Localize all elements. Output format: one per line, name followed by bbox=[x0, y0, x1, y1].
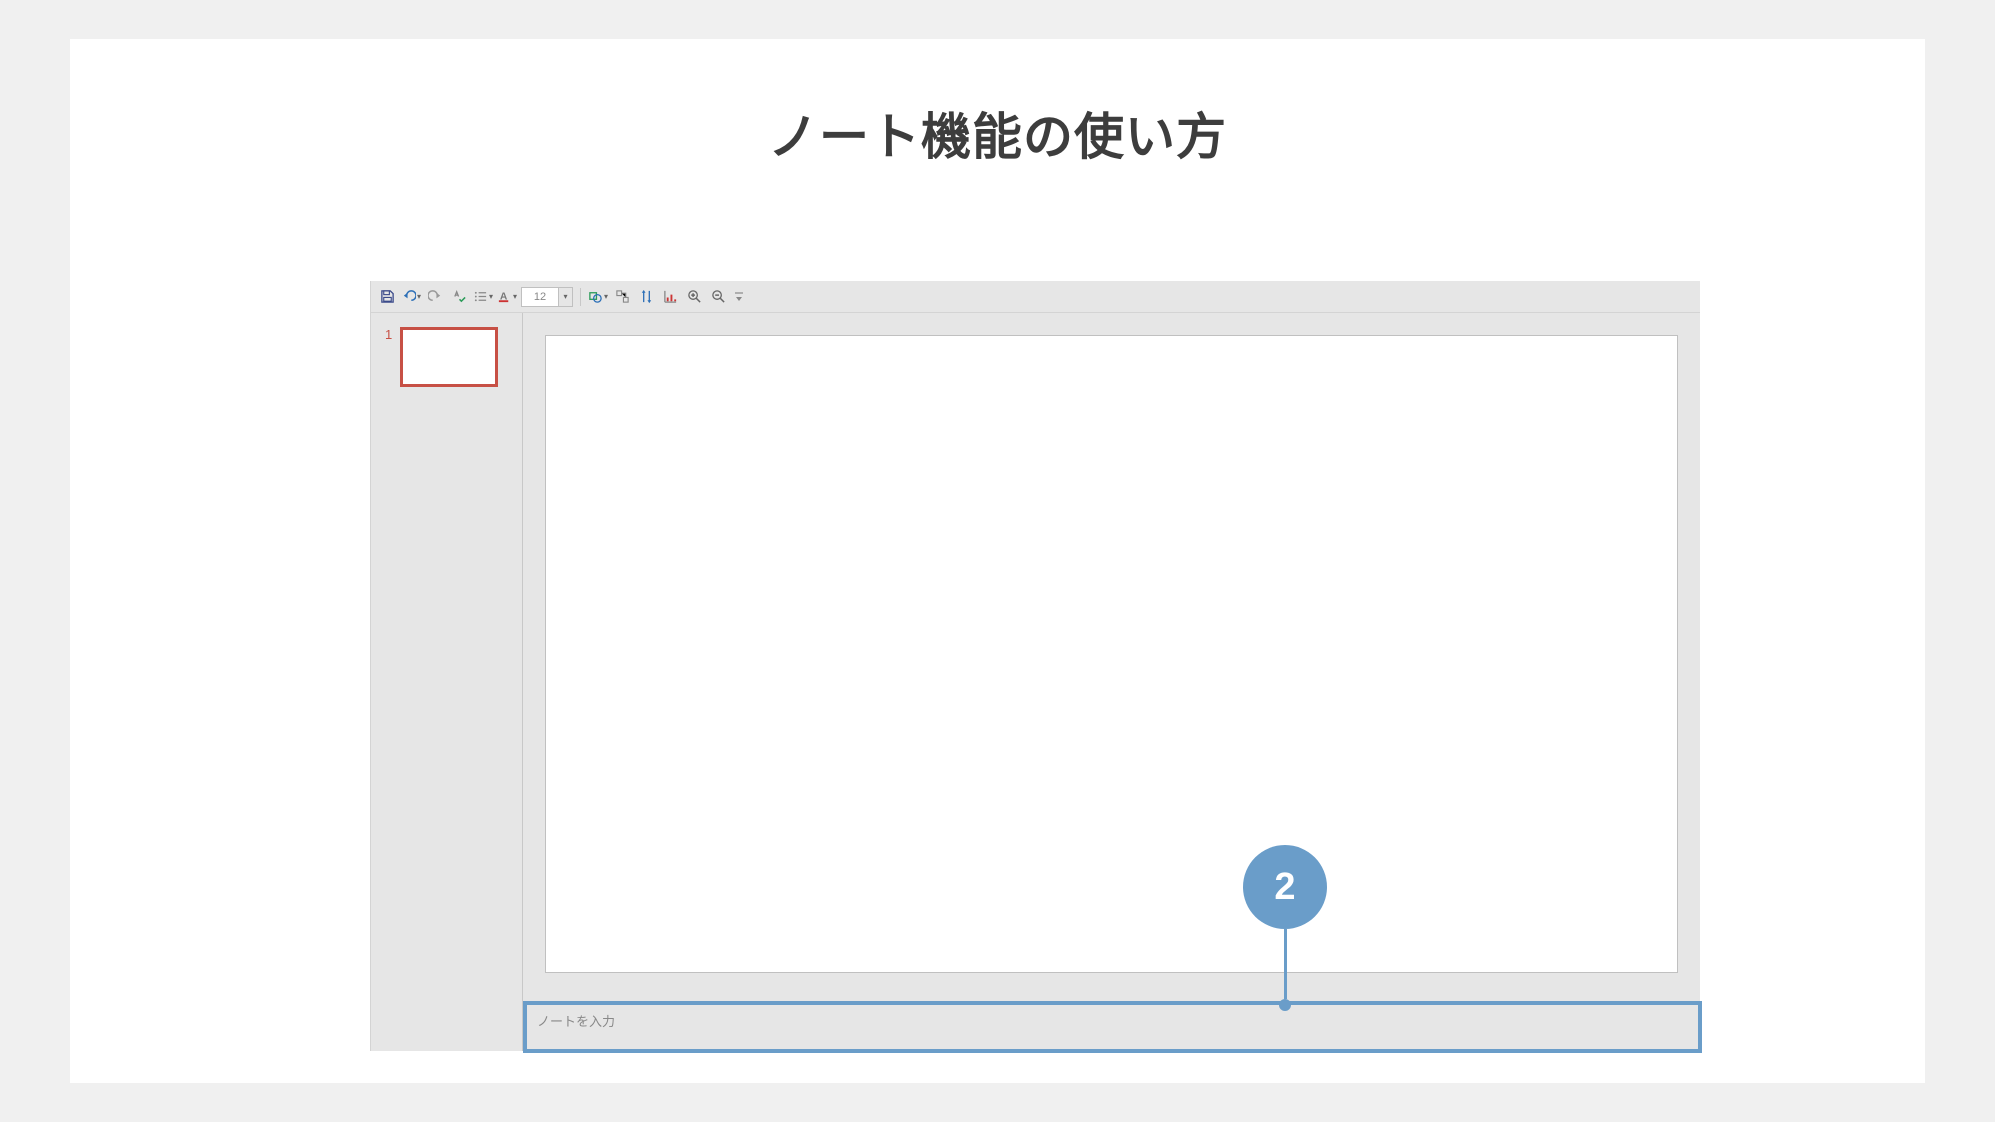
save-button[interactable] bbox=[377, 287, 397, 307]
page-title: ノート機能の使い方 bbox=[70, 39, 1925, 169]
slide-preview bbox=[400, 327, 498, 387]
dropdown-caret: ▾ bbox=[604, 292, 608, 301]
callout-annotation: 2 bbox=[1243, 845, 1327, 1011]
group-button[interactable] bbox=[612, 287, 632, 307]
chart-button[interactable] bbox=[660, 287, 680, 307]
callout-line bbox=[1284, 929, 1287, 999]
presentation-slide: ノート機能の使い方 ▾ ▾ A ▾ bbox=[70, 39, 1925, 1083]
slide-editor-area: ノートを入力 2 bbox=[523, 313, 1700, 1051]
zoom-out-button[interactable] bbox=[708, 287, 728, 307]
callout-badge: 2 bbox=[1243, 845, 1327, 929]
arrange-button[interactable] bbox=[636, 287, 656, 307]
font-size-selector[interactable]: 12 ▾ bbox=[521, 287, 573, 307]
quick-access-toolbar: ▾ ▾ A ▾ 12 ▾ ▾ bbox=[371, 281, 1700, 313]
work-area: 1 ノートを入力 2 bbox=[371, 313, 1700, 1051]
customize-toolbar-button[interactable] bbox=[732, 287, 746, 307]
dropdown-caret: ▾ bbox=[417, 292, 421, 301]
dropdown-caret: ▾ bbox=[513, 292, 517, 301]
zoom-in-button[interactable] bbox=[684, 287, 704, 307]
app-screenshot: ▾ ▾ A ▾ 12 ▾ ▾ bbox=[370, 281, 1700, 1051]
callout-dot bbox=[1279, 999, 1291, 1011]
slide-number: 1 bbox=[385, 327, 392, 342]
notes-pane[interactable]: ノートを入力 bbox=[523, 1001, 1702, 1053]
font-color-button[interactable]: A ▾ bbox=[497, 289, 517, 304]
undo-button[interactable]: ▾ bbox=[401, 289, 421, 304]
dropdown-caret: ▾ bbox=[489, 292, 493, 301]
shapes-button[interactable]: ▾ bbox=[588, 289, 608, 304]
bullets-button[interactable]: ▾ bbox=[473, 289, 493, 304]
slide-thumbnail-panel: 1 bbox=[371, 313, 523, 1051]
slide-thumbnail[interactable]: 1 bbox=[371, 327, 522, 387]
spellcheck-button[interactable] bbox=[449, 287, 469, 307]
separator bbox=[580, 288, 581, 306]
font-size-dropdown[interactable]: ▾ bbox=[559, 287, 573, 307]
font-size-value[interactable]: 12 bbox=[521, 287, 559, 307]
slide-canvas[interactable] bbox=[545, 335, 1678, 973]
redo-button[interactable] bbox=[425, 287, 445, 307]
notes-placeholder: ノートを入力 bbox=[537, 1014, 615, 1029]
